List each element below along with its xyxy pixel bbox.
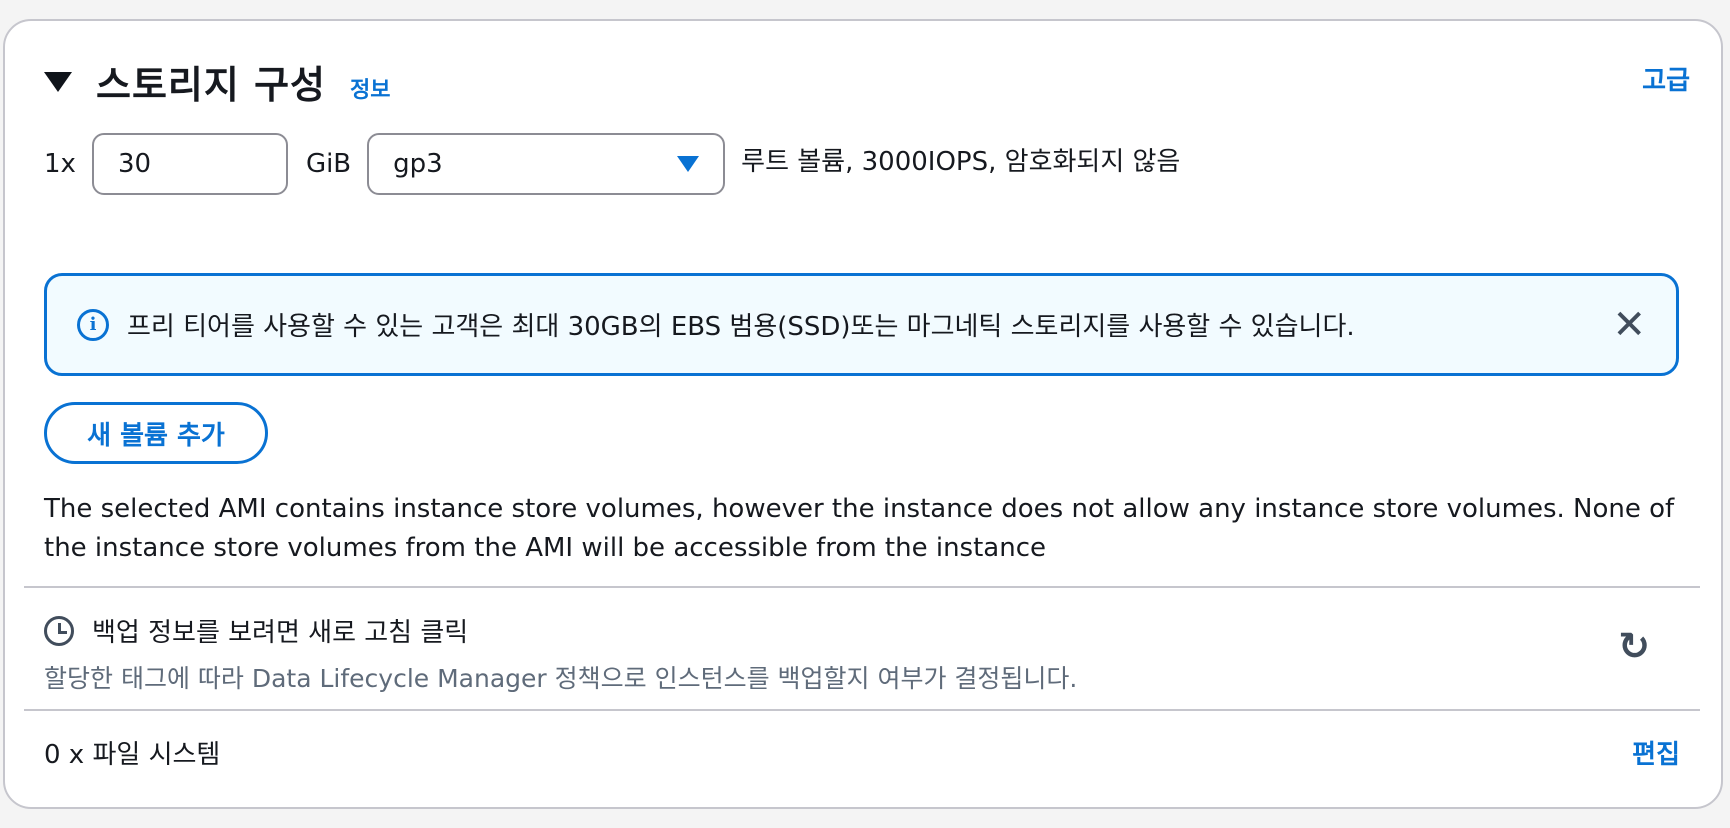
info-icon: i [77, 308, 109, 341]
advanced-link[interactable]: 고급 [1642, 60, 1690, 97]
backup-subtitle: 할당한 태그에 따라 Data Lifecycle Manager 정책으로 인… [44, 664, 1078, 693]
volume-size-value: 30 [117, 149, 152, 179]
volume-description: 루트 볼륨, 3000IOPS, 암호화되지 않음 [741, 146, 1181, 177]
volume-multiplier: 1x [44, 149, 76, 179]
close-icon[interactable]: ✕ [1612, 305, 1646, 345]
free-tier-alert: i 프리 티어를 사용할 수 있는 고객은 최대 30GB의 EBS 범용(SS… [44, 273, 1679, 376]
volume-unit: GiB [305, 149, 352, 179]
storage-header: 스토리지 구성 정보 [44, 54, 390, 109]
ami-instance-store-note: The selected AMI contains instance store… [44, 494, 1675, 563]
dropdown-arrow-icon [677, 156, 700, 172]
divider [24, 586, 1700, 588]
volume-size-input[interactable]: 30 [91, 133, 288, 195]
backup-title: 백업 정보를 보려면 새로 고침 클릭 [92, 618, 469, 648]
volume-row: 1x 30 GiB gp3 루트 볼륨, 3000IOPS, 암호화되지 않음 [44, 133, 1180, 195]
add-volume-button[interactable]: 새 볼륨 추가 [44, 402, 268, 464]
volume-type-value: gp3 [393, 149, 443, 179]
clock-icon [44, 615, 74, 646]
refresh-icon[interactable]: ↻ [1618, 624, 1650, 668]
section-title: 스토리지 구성 [96, 63, 326, 107]
divider [24, 709, 1700, 711]
volume-type-select[interactable]: gp3 [367, 133, 726, 195]
info-link[interactable]: 정보 [350, 72, 390, 104]
file-systems-row: 0 x 파일 시스템 편집 [44, 734, 1680, 771]
file-systems-label: 0 x 파일 시스템 [44, 740, 221, 770]
edit-file-systems-link[interactable]: 편집 [1632, 734, 1680, 771]
backup-info-row: 백업 정보를 보려면 새로 고침 클릭 할당한 태그에 따라 Data Life… [44, 612, 1680, 695]
alert-text: 프리 티어를 사용할 수 있는 고객은 최대 30GB의 EBS 범용(SSD)… [127, 312, 1355, 342]
collapse-caret-icon[interactable] [44, 71, 72, 92]
